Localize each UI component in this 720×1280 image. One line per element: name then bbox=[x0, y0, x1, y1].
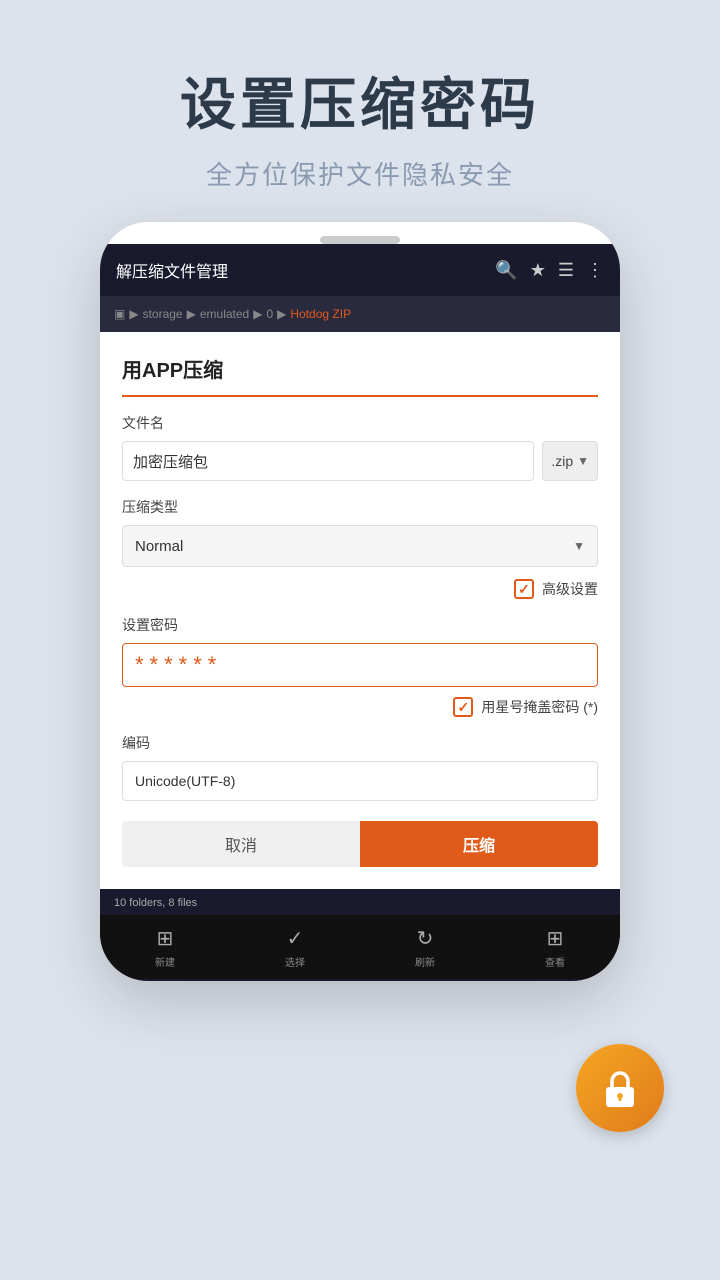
advanced-settings-checkbox[interactable] bbox=[514, 579, 534, 599]
nav-item-select[interactable]: ✓ 选择 bbox=[230, 915, 360, 979]
password-input[interactable] bbox=[122, 643, 598, 687]
lock-icon bbox=[597, 1065, 643, 1111]
nav-item-view[interactable]: ⊞ 查看 bbox=[490, 915, 620, 979]
filename-input[interactable] bbox=[122, 441, 534, 481]
file-count: 10 folders, 8 files bbox=[100, 895, 620, 915]
encoding-label: 编码 bbox=[122, 733, 598, 753]
view-icon: ⊞ bbox=[547, 926, 564, 951]
nav-item-refresh[interactable]: ↻ 刷新 bbox=[360, 915, 490, 979]
nav-item-new[interactable]: ⊞ 新建 bbox=[100, 915, 230, 979]
breadcrumb-arrow: ▶ bbox=[187, 307, 196, 321]
breadcrumb-arrow: ▶ bbox=[129, 307, 138, 321]
advanced-settings-label: 高级设置 bbox=[542, 579, 598, 599]
breadcrumb-emulated: emulated bbox=[200, 307, 249, 321]
advanced-settings-row: 高级设置 bbox=[122, 579, 598, 599]
extension-value: .zip bbox=[551, 453, 573, 469]
select-icon: ✓ bbox=[287, 926, 304, 951]
star-mask-label: 用星号掩盖密码 (*) bbox=[481, 697, 598, 717]
breadcrumb-arrow: ▶ bbox=[277, 307, 286, 321]
cancel-button[interactable]: 取消 bbox=[122, 821, 360, 867]
compression-dropdown-arrow: ▼ bbox=[573, 539, 585, 553]
compress-dialog: 用APP压缩 文件名 .zip ▼ 压缩类型 Normal ▼ 高级设置 设置密… bbox=[100, 332, 620, 889]
extension-dropdown-arrow: ▼ bbox=[577, 454, 589, 468]
star-icon[interactable]: ★ bbox=[530, 260, 546, 281]
nav-label-view: 查看 bbox=[545, 954, 565, 969]
password-label: 设置密码 bbox=[122, 615, 598, 635]
app-bar-title: 解压缩文件管理 bbox=[116, 258, 483, 282]
more-icon[interactable]: ⋮ bbox=[586, 260, 604, 281]
filename-label: 文件名 bbox=[122, 413, 598, 433]
nav-bar: ⊞ 新建 ✓ 选择 ↻ 刷新 ⊞ 查看 bbox=[100, 915, 620, 979]
filename-row: .zip ▼ bbox=[122, 441, 598, 481]
search-icon[interactable]: 🔍 bbox=[495, 260, 517, 281]
encoding-value: Unicode(UTF-8) bbox=[122, 761, 598, 801]
refresh-icon: ↻ bbox=[417, 926, 434, 951]
compress-button[interactable]: 压缩 bbox=[360, 821, 598, 867]
action-buttons: 取消 压缩 bbox=[122, 821, 598, 867]
header-section: 设置压缩密码 全方位保护文件隐私安全 bbox=[0, 0, 720, 222]
new-icon: ⊞ bbox=[157, 926, 174, 951]
nav-label-select: 选择 bbox=[285, 954, 305, 969]
breadcrumb-bar: ▣ ▶ storage ▶ emulated ▶ 0 ▶ Hotdog ZIP bbox=[100, 296, 620, 332]
sub-title: 全方位保护文件隐私安全 bbox=[0, 155, 720, 192]
device-icon: ▣ bbox=[114, 307, 125, 321]
extension-selector[interactable]: .zip ▼ bbox=[542, 441, 598, 481]
phone-speaker bbox=[320, 236, 400, 244]
nav-label-refresh: 刷新 bbox=[415, 954, 435, 969]
compression-value: Normal bbox=[135, 538, 183, 555]
dialog-title: 用APP压缩 bbox=[122, 354, 598, 397]
breadcrumb-zero: 0 bbox=[266, 307, 273, 321]
lock-overlay bbox=[576, 1044, 664, 1132]
app-bar: 解压缩文件管理 🔍 ★ ☰ ⋮ bbox=[100, 244, 620, 296]
star-mask-row: 用星号掩盖密码 (*) bbox=[122, 697, 598, 717]
menu-icon[interactable]: ☰ bbox=[558, 260, 574, 281]
breadcrumb-storage: storage bbox=[143, 307, 183, 321]
star-mask-checkbox[interactable] bbox=[453, 697, 473, 717]
nav-label-new: 新建 bbox=[155, 954, 175, 969]
breadcrumb-arrow: ▶ bbox=[253, 307, 262, 321]
breadcrumb-active: Hotdog ZIP bbox=[290, 307, 351, 321]
compression-label: 压缩类型 bbox=[122, 497, 598, 517]
main-title: 设置压缩密码 bbox=[0, 60, 720, 141]
compression-selector[interactable]: Normal ▼ bbox=[122, 525, 598, 567]
phone-mockup: 解压缩文件管理 🔍 ★ ☰ ⋮ ▣ ▶ storage ▶ emulated ▶… bbox=[100, 222, 620, 981]
phone-bottom-bar: 10 folders, 8 files ⊞ 新建 ✓ 选择 ↻ 刷新 ⊞ 查看 bbox=[100, 889, 620, 981]
